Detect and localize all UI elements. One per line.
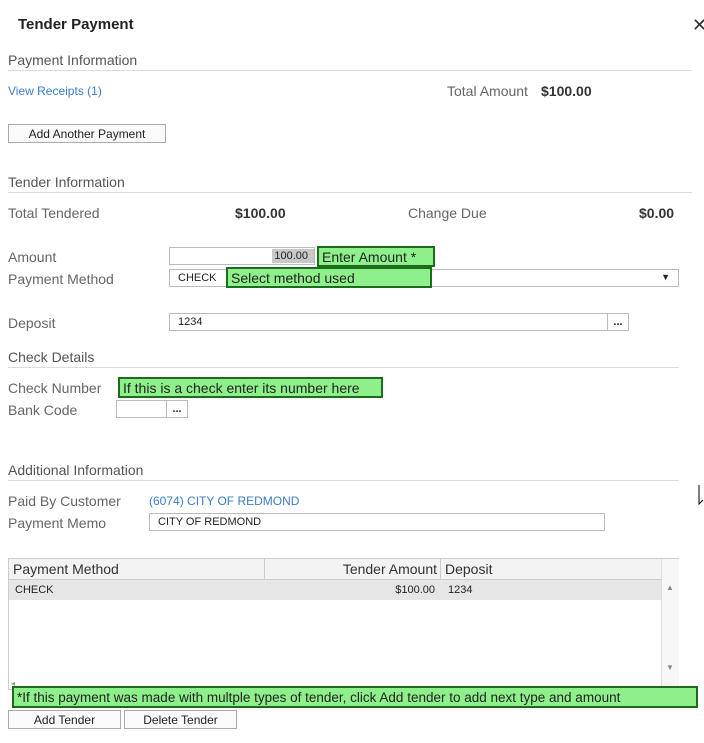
section-divider xyxy=(8,480,679,481)
section-divider xyxy=(8,192,692,193)
change-due-value: $0.00 xyxy=(639,205,675,221)
add-tender-button[interactable]: Add Tender xyxy=(8,710,121,729)
paid-by-customer-link[interactable]: (6074) CITY OF REDMOND xyxy=(149,494,299,508)
deposit-label: Deposit xyxy=(8,315,56,331)
column-header-tender-amount[interactable]: Tender Amount xyxy=(265,561,437,577)
section-divider xyxy=(8,70,692,71)
column-header-payment-method[interactable]: Payment Method xyxy=(13,561,119,577)
amount-value: 100.00 xyxy=(272,249,314,263)
close-icon[interactable]: ✕ xyxy=(692,15,704,36)
change-due-label: Change Due xyxy=(408,205,487,221)
additional-information-heading: Additional Information xyxy=(8,462,144,478)
bank-code-label: Bank Code xyxy=(8,402,78,418)
column-header-deposit[interactable]: Deposit xyxy=(445,561,492,577)
amount-input[interactable]: 100.00 xyxy=(169,247,315,265)
total-tendered-label: Total Tendered xyxy=(8,205,100,221)
total-tendered-value: $100.00 xyxy=(235,205,286,221)
payment-method-label: Payment Method xyxy=(8,271,114,287)
check-number-label: Check Number xyxy=(8,380,102,396)
add-another-payment-button[interactable]: Add Another Payment xyxy=(8,124,166,143)
check-number-annotation: If this is a check enter its number here xyxy=(118,377,383,398)
deposit-lookup-button[interactable]: ... xyxy=(607,314,628,330)
table-row[interactable]: CHECK $100.00 1234 xyxy=(9,580,661,600)
payment-memo-value: CITY OF REDMOND xyxy=(158,516,262,528)
row-deposit: 1234 xyxy=(448,584,473,596)
tender-information-heading: Tender Information xyxy=(8,174,125,190)
total-amount-value: $100.00 xyxy=(541,83,592,99)
amount-annotation: Enter Amount * xyxy=(317,246,435,267)
chevron-down-icon: ▼ xyxy=(661,272,670,282)
payment-memo-input[interactable]: CITY OF REDMOND xyxy=(149,513,605,531)
amount-label: Amount xyxy=(8,249,57,265)
payment-memo-label: Payment Memo xyxy=(8,515,107,531)
row-tender-amount: $100.00 xyxy=(395,584,435,596)
bank-code-field[interactable]: ... xyxy=(116,400,188,418)
scroll-down-icon[interactable]: ▼ xyxy=(666,663,674,672)
deposit-field[interactable]: 1234 ... xyxy=(169,313,629,331)
section-divider xyxy=(8,367,679,368)
total-amount-label: Total Amount xyxy=(447,83,528,99)
dialog-title: Tender Payment xyxy=(18,16,134,33)
payment-information-heading: Payment Information xyxy=(8,52,138,68)
payment-method-value: CHECK xyxy=(178,272,217,284)
delete-tender-button[interactable]: Delete Tender xyxy=(124,710,237,729)
tender-grid: Payment Method Tender Amount Deposit CHE… xyxy=(8,558,679,690)
row-payment-method: CHECK xyxy=(15,584,54,596)
column-divider xyxy=(440,559,441,579)
view-receipts-link[interactable]: View Receipts (1) xyxy=(8,84,102,98)
payment-method-annotation: Select method used xyxy=(226,267,432,288)
vertical-scrollbar[interactable]: ▲ ▼ xyxy=(661,559,679,687)
tender-annotation: *If this payment was made with multple t… xyxy=(12,686,698,708)
check-details-heading: Check Details xyxy=(8,349,95,365)
scroll-up-icon[interactable]: ▲ xyxy=(666,583,674,592)
cursor-icon xyxy=(698,485,704,506)
deposit-value: 1234 xyxy=(178,316,203,328)
paid-by-customer-label: Paid By Customer xyxy=(8,493,121,509)
bank-code-lookup-button[interactable]: ... xyxy=(166,401,187,417)
